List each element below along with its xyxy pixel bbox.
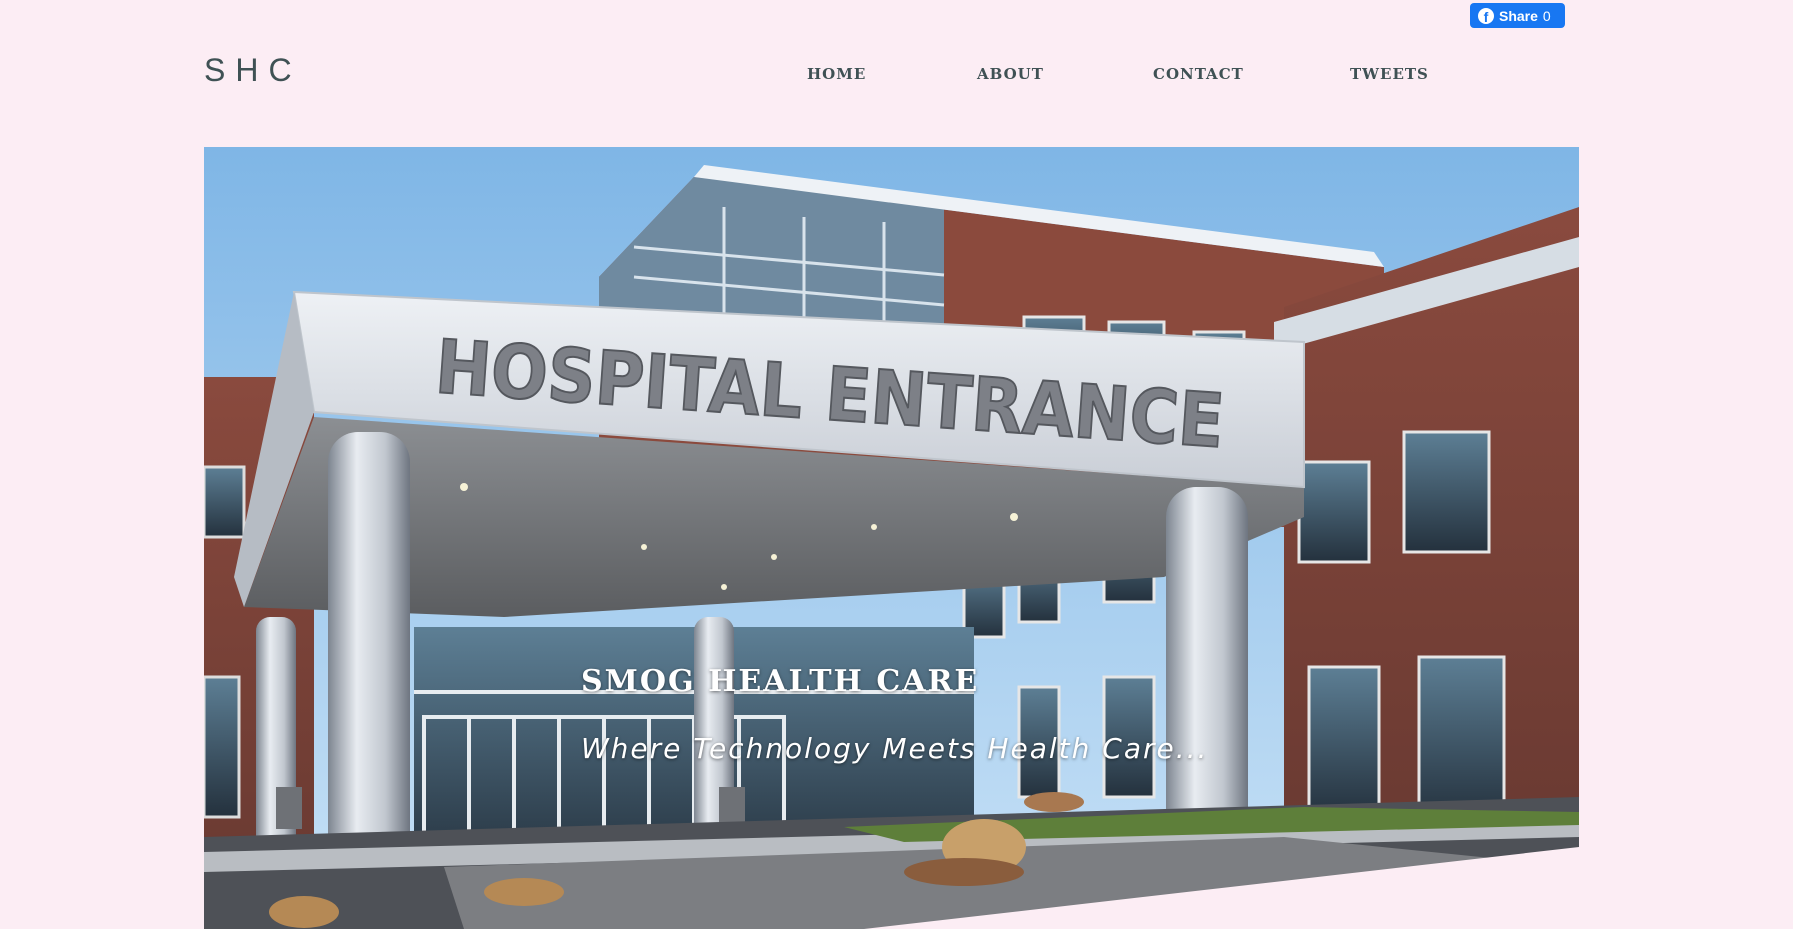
nav-about[interactable]: ABOUT: [977, 65, 1044, 83]
nav-contact[interactable]: CONTACT: [1153, 65, 1244, 83]
facebook-share-count: 0: [1542, 7, 1551, 24]
hospital-entrance-image: HOSPITAL ENTRANCE: [204, 147, 1579, 929]
facebook-share-button[interactable]: f Share 0: [1470, 3, 1565, 28]
facebook-f-icon: f: [1478, 7, 1494, 24]
main-nav: HOME ABOUT CONTACT TWEETS: [0, 65, 1793, 85]
nav-home[interactable]: HOME: [807, 65, 866, 83]
hero-title: SMOG HEALTH CARE: [581, 664, 980, 699]
hero-subtitle: Where Technology Meets Health Care...: [581, 732, 1209, 765]
hero-banner: HOSPITAL ENTRANCE SMOG HEALTH CARE Where…: [204, 147, 1579, 929]
nav-tweets[interactable]: TWEETS: [1350, 65, 1429, 83]
facebook-share-label: Share: [1499, 7, 1538, 24]
